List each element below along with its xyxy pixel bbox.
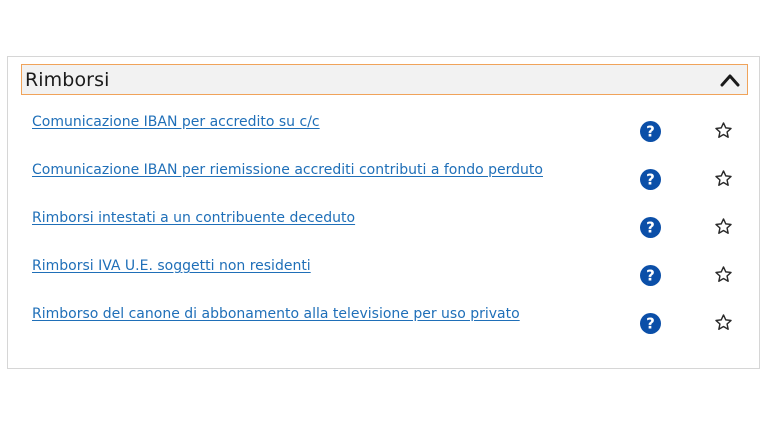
list-item: Rimborsi intestati a un contribuente dec… [8,197,759,238]
service-link[interactable]: Rimborso del canone di abbonamento alla … [32,306,520,322]
service-link[interactable]: Rimborsi IVA U.E. soggetti non residenti [32,258,311,274]
svg-text:?: ? [646,123,655,141]
list-item: Rimborso del canone di abbonamento alla … [8,293,759,334]
svg-text:?: ? [646,219,655,237]
chevron-up-icon[interactable] [719,69,741,91]
list-item: Comunicazione IBAN per riemissione accre… [8,149,759,190]
help-circle-icon[interactable]: ? [640,169,661,190]
service-link[interactable]: Comunicazione IBAN per accredito su c/c [32,114,320,130]
help-circle-icon[interactable]: ? [640,265,661,286]
star-outline-icon[interactable] [714,121,733,140]
svg-text:?: ? [646,315,655,333]
help-circle-icon[interactable]: ? [640,121,661,142]
service-link[interactable]: Comunicazione IBAN per riemissione accre… [32,162,543,178]
star-outline-icon[interactable] [714,313,733,332]
section-title: Rimborsi [25,68,110,91]
svg-text:?: ? [646,171,655,189]
star-outline-icon[interactable] [714,265,733,284]
help-circle-icon[interactable]: ? [640,313,661,334]
star-outline-icon[interactable] [714,169,733,188]
list-item: Rimborsi IVA U.E. soggetti non residenti… [8,245,759,286]
star-outline-icon[interactable] [714,217,733,236]
service-link[interactable]: Rimborsi intestati a un contribuente dec… [32,210,355,226]
list-item: Comunicazione IBAN per accredito su c/c … [8,101,759,142]
rimborsi-panel: Rimborsi Comunicazione IBAN per accredit… [7,56,760,369]
help-circle-icon[interactable]: ? [640,217,661,238]
section-header[interactable]: Rimborsi [21,64,748,95]
svg-text:?: ? [646,267,655,285]
